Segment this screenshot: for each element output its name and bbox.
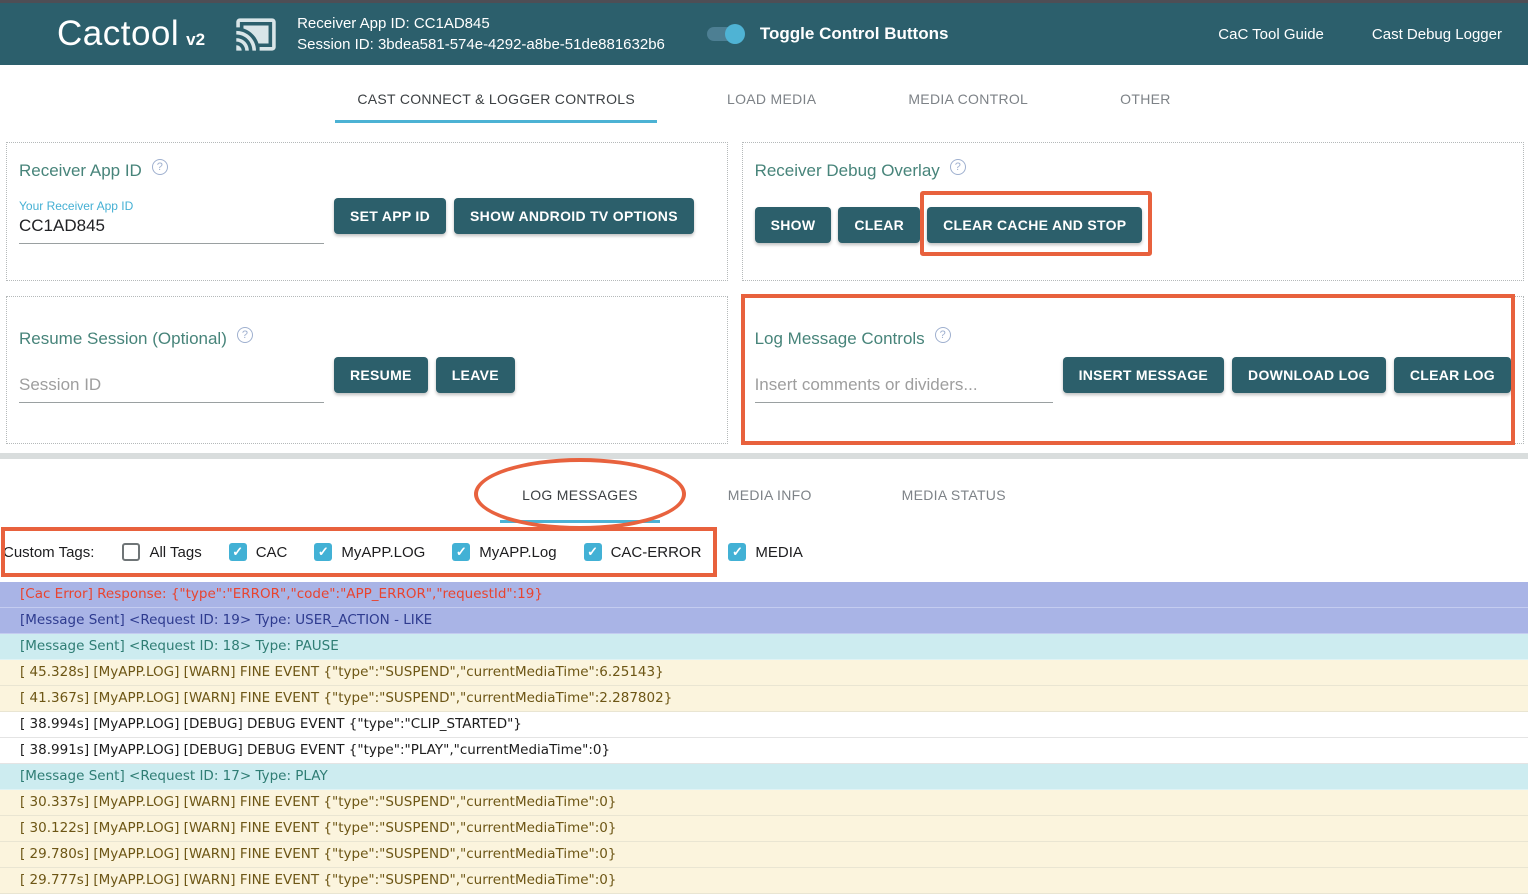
app-header: Cactool v2 Receiver App ID: CC1AD845 Ses… — [0, 3, 1528, 65]
receiver-app-id-panel-body: Your Receiver App ID SET APP ID SHOW AND… — [19, 198, 715, 244]
log-row: [ 41.367s] [MyAPP.LOG] [WARN] FINE EVENT… — [0, 686, 1528, 712]
tag-label: CAC-ERROR — [611, 544, 702, 561]
help-icon[interactable]: ? — [152, 159, 168, 175]
cast-debug-logger-link[interactable]: Cast Debug Logger — [1372, 26, 1502, 43]
receiver-app-id-panel-title: Receiver App ID ? — [19, 161, 715, 181]
checkbox-icon: ✓ — [314, 543, 332, 561]
custom-tags-row: Custom Tags: All Tags ✓ CAC ✓ MyAPP.LOG … — [0, 527, 1528, 577]
clear-cache-and-stop-button[interactable]: CLEAR CACHE AND STOP — [927, 207, 1142, 243]
tag-label: MEDIA — [755, 544, 803, 561]
resume-session-panel-title: Resume Session (Optional) ? — [19, 329, 715, 349]
clear-log-button[interactable]: CLEAR LOG — [1394, 357, 1511, 393]
leave-button[interactable]: LEAVE — [436, 357, 515, 393]
tab-log-messages[interactable]: LOG MESSAGES — [500, 467, 660, 523]
session-id-text: Session ID: 3bdea581-574e-4292-a8be-51de… — [297, 34, 665, 55]
resume-button[interactable]: RESUME — [334, 357, 428, 393]
log-row: [ 38.994s] [MyAPP.LOG] [DEBUG] DEBUG EVE… — [0, 712, 1528, 738]
session-info: Receiver App ID: CC1AD845 Session ID: 3b… — [297, 13, 665, 55]
log-messages-tab-wrap: LOG MESSAGES — [500, 467, 660, 523]
show-android-tv-options-button[interactable]: SHOW ANDROID TV OPTIONS — [454, 198, 694, 234]
help-icon[interactable]: ? — [237, 327, 253, 343]
tag-label: MyAPP.LOG — [341, 544, 425, 561]
help-icon[interactable]: ? — [950, 159, 966, 175]
tag-cac[interactable]: ✓ CAC — [229, 543, 288, 561]
toggle-control-buttons-switch[interactable] — [707, 24, 745, 44]
tag-label: MyAPP.Log — [479, 544, 556, 561]
clear-overlay-button[interactable]: CLEAR — [838, 207, 920, 243]
header-links: CaC Tool Guide Cast Debug Logger — [1218, 26, 1502, 43]
debug-overlay-buttons: SHOW CLEAR CLEAR CACHE AND STOP — [755, 207, 1511, 243]
tag-myapp-log-upper[interactable]: ✓ MyAPP.LOG — [314, 543, 425, 561]
receiver-app-id-input[interactable] — [19, 216, 324, 236]
panel-title-text: Receiver App ID — [19, 161, 142, 181]
insert-message-button[interactable]: INSERT MESSAGE — [1063, 357, 1224, 393]
log-row: [Message Sent] <Request ID: 19> Type: US… — [0, 608, 1528, 634]
custom-tags-label: Custom Tags: — [3, 544, 94, 561]
log-message-list: [Cac Error] Response: {"type":"ERROR","c… — [0, 582, 1528, 894]
tab-cast-connect-logger-controls[interactable]: CAST CONNECT & LOGGER CONTROLS — [335, 75, 657, 123]
panel-title-text: Receiver Debug Overlay — [755, 161, 940, 181]
app-title: Cactool — [57, 14, 179, 54]
log-row: [Message Sent] <Request ID: 17> Type: PL… — [0, 764, 1528, 790]
help-icon[interactable]: ? — [935, 327, 951, 343]
tab-load-media[interactable]: LOAD MEDIA — [705, 75, 838, 123]
tab-other[interactable]: OTHER — [1098, 75, 1193, 123]
receiver-app-id-text: Receiver App ID: CC1AD845 — [297, 13, 665, 34]
checkbox-icon: ✓ — [728, 543, 746, 561]
checkbox-icon: ✓ — [452, 543, 470, 561]
clear-cache-annotation-wrap: CLEAR CACHE AND STOP — [927, 207, 1149, 243]
app-brand: Cactool v2 — [57, 14, 205, 54]
log-row: [Message Sent] <Request ID: 18> Type: PA… — [0, 634, 1528, 660]
toggle-control-buttons-label: Toggle Control Buttons — [760, 24, 949, 44]
download-log-button[interactable]: DOWNLOAD LOG — [1232, 357, 1386, 393]
log-message-controls-panel: Log Message Controls ? INSERT MESSAGE DO… — [742, 296, 1524, 444]
receiver-app-id-field-label: Your Receiver App ID — [19, 199, 324, 213]
log-row: [ 30.337s] [MyAPP.LOG] [WARN] FINE EVENT… — [0, 790, 1528, 816]
tag-label: CAC — [256, 544, 288, 561]
panel-title-text: Resume Session (Optional) — [19, 329, 227, 349]
log-row: [ 38.991s] [MyAPP.LOG] [DEBUG] DEBUG EVE… — [0, 738, 1528, 764]
receiver-app-id-field: Your Receiver App ID — [19, 199, 324, 244]
checkbox-icon: ✓ — [229, 543, 247, 561]
log-tab-bar: LOG MESSAGES MEDIA INFO MEDIA STATUS — [0, 459, 1528, 523]
log-row: [ 45.328s] [MyAPP.LOG] [WARN] FINE EVENT… — [0, 660, 1528, 686]
receiver-debug-overlay-panel-title: Receiver Debug Overlay ? — [755, 161, 1511, 181]
tag-label: All Tags — [149, 544, 201, 561]
insert-comment-input[interactable] — [755, 375, 1053, 395]
show-overlay-button[interactable]: SHOW — [755, 207, 832, 243]
log-message-controls-panel-body: INSERT MESSAGE DOWNLOAD LOG CLEAR LOG — [755, 357, 1511, 403]
log-row: [ 30.122s] [MyAPP.LOG] [WARN] FINE EVENT… — [0, 816, 1528, 842]
app-version: v2 — [186, 30, 205, 50]
tab-media-status[interactable]: MEDIA STATUS — [880, 467, 1028, 523]
insert-comment-field — [755, 375, 1053, 403]
tag-cac-error[interactable]: ✓ CAC-ERROR — [584, 543, 702, 561]
session-id-input[interactable] — [19, 375, 324, 395]
resume-session-panel: Resume Session (Optional) ? RESUME LEAVE — [6, 296, 728, 444]
log-row: [ 29.777s] [MyAPP.LOG] [WARN] FINE EVENT… — [0, 868, 1528, 894]
main-tab-bar: CAST CONNECT & LOGGER CONTROLS LOAD MEDI… — [0, 75, 1528, 123]
panel-title-text: Log Message Controls — [755, 329, 925, 349]
tag-media[interactable]: ✓ MEDIA — [728, 543, 803, 561]
receiver-debug-overlay-panel: Receiver Debug Overlay ? SHOW CLEAR CLEA… — [742, 142, 1524, 281]
cac-tool-guide-link[interactable]: CaC Tool Guide — [1218, 26, 1324, 43]
control-panels: Receiver App ID ? Your Receiver App ID S… — [6, 142, 1524, 444]
checkbox-icon — [122, 543, 140, 561]
log-row: [ 29.780s] [MyAPP.LOG] [WARN] FINE EVENT… — [0, 842, 1528, 868]
session-id-field — [19, 375, 324, 403]
log-message-controls-panel-title: Log Message Controls ? — [755, 329, 1511, 349]
tab-media-info[interactable]: MEDIA INFO — [706, 467, 834, 523]
receiver-app-id-panel: Receiver App ID ? Your Receiver App ID S… — [6, 142, 728, 281]
tab-media-control[interactable]: MEDIA CONTROL — [886, 75, 1050, 123]
resume-session-panel-body: RESUME LEAVE — [19, 357, 715, 403]
tag-myapp-log-mixed[interactable]: ✓ MyAPP.Log — [452, 543, 556, 561]
switch-knob — [725, 24, 745, 44]
tag-all-tags[interactable]: All Tags — [122, 543, 201, 561]
cast-icon[interactable] — [229, 13, 283, 56]
set-app-id-button[interactable]: SET APP ID — [334, 198, 446, 234]
checkbox-icon: ✓ — [584, 543, 602, 561]
log-row: [Cac Error] Response: {"type":"ERROR","c… — [0, 582, 1528, 608]
